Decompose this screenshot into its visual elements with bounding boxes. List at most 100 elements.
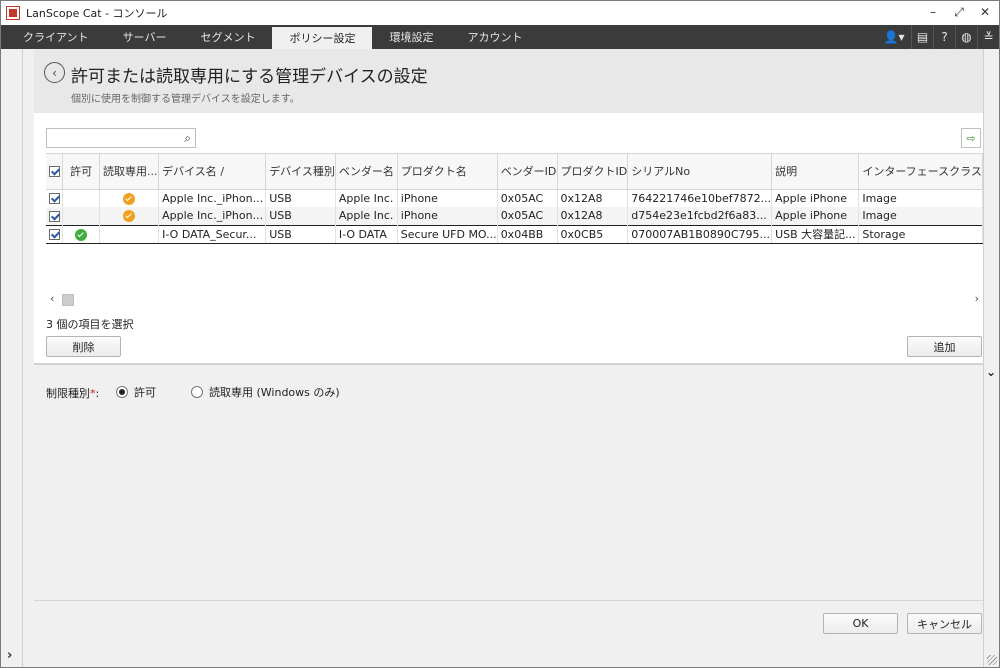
readonly-cell <box>99 224 160 244</box>
permit-check-icon <box>75 228 88 241</box>
product-id-cell: 0x12A8 <box>557 189 629 207</box>
device-table: 許可 読取専用... デバイス名 / デバイス種別 ベンダー名 プロダクト名 ベ… <box>46 153 983 307</box>
tabbar-toolbar: 👤▾ ▤ ? ◍ ≚ <box>877 25 999 49</box>
page-title: 許可または読取専用にする管理デバイスの設定 <box>71 67 428 87</box>
radio-readonly[interactable]: 読取専用 (Windows のみ) <box>191 384 340 400</box>
permit-cell <box>62 189 101 207</box>
description-cell: Apple iPhone <box>771 207 860 225</box>
user-icon[interactable]: 👤▾ <box>877 25 911 49</box>
add-button[interactable]: 追加 <box>907 336 982 357</box>
globe-icon[interactable]: ◍ <box>955 25 977 49</box>
vendor-cell: Apple Inc. <box>335 189 398 207</box>
row-checkbox[interactable] <box>48 193 60 205</box>
window-controls: – ⤢ ✕ <box>927 5 991 20</box>
tab-environment-settings[interactable]: 環境設定 <box>372 25 450 49</box>
page-subtitle: 個別に使用を制御する管理デバイスを設定します。 <box>71 94 300 105</box>
scroll-right-icon[interactable]: › <box>975 292 979 305</box>
settings-panel: 制限種別*: 許可 読取専用 (Windows のみ) <box>34 365 983 600</box>
monitor-icon[interactable]: ▤ <box>911 25 933 49</box>
row-checkbox-cell[interactable] <box>46 207 64 225</box>
tab-account[interactable]: アカウント <box>450 25 539 49</box>
column-header-vendor[interactable]: ベンダー名 <box>335 154 398 190</box>
product-id-cell: 0x12A8 <box>557 207 629 225</box>
tab-client[interactable]: クライアント <box>1 25 106 49</box>
device-name-cell: Apple Inc._iPhon... <box>158 189 267 207</box>
column-header-permit[interactable]: 許可 <box>62 154 101 190</box>
column-header-vendor-id[interactable]: ベンダーID <box>497 154 558 190</box>
product-cell: Secure UFD MO... <box>397 224 498 244</box>
readonly-check-icon <box>123 192 136 205</box>
product-id-cell: 0x0CB5 <box>557 224 629 244</box>
tab-server[interactable]: サーバー <box>106 25 184 49</box>
row-checkbox-cell[interactable] <box>46 189 64 207</box>
readonly-check-icon <box>123 210 136 223</box>
collapse-panel-icon[interactable]: ⌄ <box>986 365 996 379</box>
column-header-product[interactable]: プロダクト名 <box>397 154 498 190</box>
help-icon[interactable]: ? <box>933 25 955 49</box>
restriction-type-label: 制限種別*: <box>46 385 99 401</box>
horizontal-scrollbar[interactable]: ‹ › <box>46 292 983 308</box>
back-button[interactable]: ‹ <box>44 62 65 83</box>
select-all-checkbox[interactable] <box>48 166 60 178</box>
vendor-cell: Apple Inc. <box>335 207 398 225</box>
tab-segment[interactable]: セグメント <box>183 25 272 49</box>
search-input[interactable]: ⌕ <box>46 128 196 148</box>
radio-readonly-circle[interactable] <box>191 386 203 398</box>
selection-count: 3 個の項目を選択 <box>46 318 134 331</box>
export-button[interactable]: ⇨ <box>961 128 981 148</box>
maximize-icon[interactable]: ⤢ <box>953 5 965 20</box>
restriction-type-colon: : <box>95 387 100 400</box>
table-row[interactable]: Apple Inc._iPhon... USB Apple Inc. iPhon… <box>46 189 983 207</box>
cancel-button[interactable]: キャンセル <box>907 613 982 634</box>
title-bar: LanScope Cat - コンソール – ⤢ ✕ <box>1 1 999 25</box>
column-header-description[interactable]: 説明 <box>771 154 860 190</box>
scrollbar-thumb[interactable] <box>62 294 74 306</box>
product-cell: iPhone <box>397 189 498 207</box>
readonly-cell <box>99 207 160 225</box>
column-header-device-name-label: デバイス名 <box>162 165 217 179</box>
vendor-id-cell: 0x05AC <box>497 207 558 225</box>
permit-cell <box>62 207 101 225</box>
dialog-footer: OK キャンセル <box>34 600 983 659</box>
vendor-id-cell: 0x05AC <box>497 189 558 207</box>
sort-indicator-icon: / <box>220 165 225 179</box>
select-all-checkbox-cell[interactable] <box>46 154 64 190</box>
readonly-cell <box>99 189 160 207</box>
app-logo-icon <box>6 6 20 20</box>
close-icon[interactable]: ✕ <box>979 5 991 20</box>
app-window: LanScope Cat - コンソール – ⤢ ✕ クライアント サーバー セ… <box>0 0 1000 668</box>
main-tab-bar: クライアント サーバー セグメント ポリシー設定 環境設定 アカウント 👤▾ ▤… <box>1 25 999 49</box>
scroll-left-icon[interactable]: ‹ <box>50 292 54 305</box>
interface-class-cell: Image <box>858 189 983 207</box>
column-header-device-name[interactable]: デバイス名 / <box>158 154 267 190</box>
expand-left-icon[interactable]: › <box>7 648 12 663</box>
device-type-cell: USB <box>265 207 336 225</box>
tab-policy-settings[interactable]: ポリシー設定 <box>272 25 373 49</box>
column-header-interface-class[interactable]: インターフェースクラス <box>858 154 983 190</box>
vendor-cell: I-O DATA <box>335 224 398 244</box>
resize-grip[interactable] <box>987 655 997 665</box>
device-name-cell: I-O DATA_Secur... <box>158 224 267 244</box>
table-row[interactable]: Apple Inc._iPhon... USB Apple Inc. iPhon… <box>46 207 983 225</box>
column-header-product-id[interactable]: プロダクトID <box>557 154 629 190</box>
table-header-row: 許可 読取専用... デバイス名 / デバイス種別 ベンダー名 プロダクト名 ベ… <box>46 154 983 190</box>
row-checkbox-cell[interactable] <box>46 224 64 244</box>
column-header-readonly[interactable]: 読取専用... <box>99 154 160 190</box>
radio-permit[interactable]: 許可 <box>116 384 156 400</box>
menu-collapse-icon[interactable]: ≚ <box>977 25 999 49</box>
column-header-serial[interactable]: シリアルNo <box>627 154 773 190</box>
row-checkbox[interactable] <box>48 229 60 240</box>
ok-button[interactable]: OK <box>823 613 898 634</box>
delete-button[interactable]: 削除 <box>46 336 121 357</box>
minimize-icon[interactable]: – <box>927 5 939 20</box>
radio-permit-circle[interactable] <box>116 386 128 398</box>
page-header: ‹ 許可または読取専用にする管理デバイスの設定 個別に使用を制御する管理デバイス… <box>34 49 983 113</box>
row-checkbox[interactable] <box>48 210 60 222</box>
table-row-selected[interactable]: I-O DATA_Secur... USB I-O DATA Secure UF… <box>46 224 983 244</box>
left-panel-strip: › <box>1 49 23 667</box>
interface-class-cell: Image <box>858 207 983 225</box>
search-icon[interactable]: ⌕ <box>184 131 191 146</box>
window-title: LanScope Cat - コンソール <box>26 7 168 20</box>
column-header-device-type[interactable]: デバイス種別 <box>265 154 336 190</box>
main-content: ‹ 許可または読取専用にする管理デバイスの設定 個別に使用を制御する管理デバイス… <box>34 49 983 659</box>
